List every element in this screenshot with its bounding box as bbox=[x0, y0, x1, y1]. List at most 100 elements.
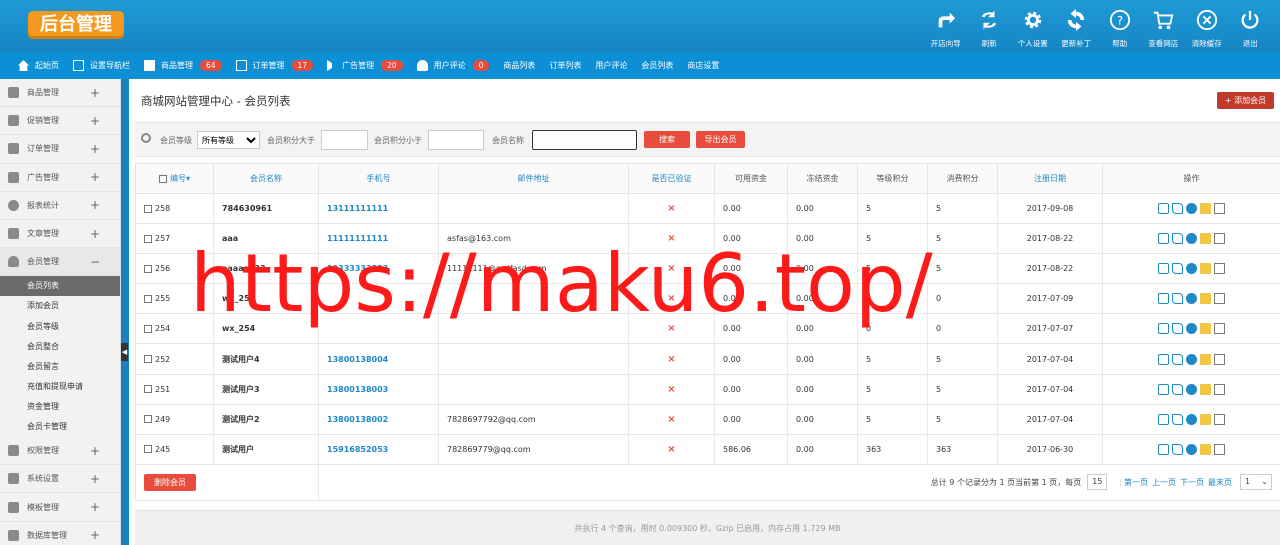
sidebar-item-add-member[interactable]: 添加会员 bbox=[0, 296, 120, 316]
sidebar-item-member-card[interactable]: 会员卡管理 bbox=[0, 417, 120, 437]
not-verified-icon[interactable]: × bbox=[667, 203, 675, 214]
edit-icon[interactable] bbox=[1158, 413, 1169, 425]
row-checkbox[interactable] bbox=[144, 234, 152, 243]
sidebar-group-promotion[interactable]: 促销管理 + bbox=[0, 107, 120, 136]
account-log-icon[interactable] bbox=[1214, 413, 1225, 425]
browser-icon[interactable] bbox=[1186, 293, 1197, 305]
not-verified-icon[interactable]: × bbox=[667, 233, 675, 244]
not-verified-icon[interactable]: × bbox=[667, 263, 675, 274]
row-checkbox[interactable] bbox=[144, 385, 152, 394]
sidebar-item-recharge-withdraw[interactable]: 充值和提现申请 bbox=[0, 377, 120, 397]
folder-icon[interactable] bbox=[1200, 323, 1211, 335]
not-verified-icon[interactable]: × bbox=[667, 293, 675, 304]
nav-item-comments[interactable]: 用户评论 0 bbox=[416, 60, 490, 71]
sidebar-item-member-rank[interactable]: 会员等级 bbox=[0, 317, 120, 337]
browser-icon[interactable] bbox=[1186, 323, 1197, 335]
col-name-header[interactable]: 会员名称 bbox=[213, 163, 319, 194]
nav-item-member-list[interactable]: 会员列表 bbox=[641, 60, 673, 71]
col-reg-date-header[interactable]: 注册日期 bbox=[997, 163, 1103, 194]
nav-item-home[interactable]: 起始页 bbox=[18, 60, 59, 71]
col-email-header[interactable]: 邮件地址 bbox=[438, 163, 629, 194]
edit-icon[interactable] bbox=[1158, 323, 1169, 335]
edit-icon[interactable] bbox=[1158, 383, 1169, 395]
col-phone-header[interactable]: 手机号 bbox=[318, 163, 439, 194]
nav-item-nav-settings[interactable]: 设置导航栏 bbox=[73, 60, 130, 71]
browser-icon[interactable] bbox=[1186, 413, 1197, 425]
folder-icon[interactable] bbox=[1200, 413, 1211, 425]
sidebar-group-system[interactable]: 系统设置 + bbox=[0, 465, 120, 494]
sidebar-group-goods[interactable]: 商品管理 + bbox=[0, 79, 120, 108]
folder-icon[interactable] bbox=[1200, 353, 1211, 365]
address-book-icon[interactable] bbox=[1172, 233, 1183, 245]
last-page-link[interactable]: 最末页 bbox=[1208, 477, 1232, 488]
clear-cache-button[interactable]: 清除缓存 bbox=[1185, 6, 1229, 49]
not-verified-icon[interactable]: × bbox=[667, 354, 675, 365]
sidebar-item-member-list[interactable]: 会员列表 bbox=[0, 276, 120, 297]
sidebar-group-ads[interactable]: 广告管理 + bbox=[0, 164, 120, 192]
address-book-icon[interactable] bbox=[1172, 383, 1183, 395]
logout-button[interactable]: 退出 bbox=[1229, 6, 1273, 49]
sidebar-group-templates[interactable]: 模板管理 + bbox=[0, 493, 120, 522]
account-log-icon[interactable] bbox=[1214, 323, 1225, 335]
account-log-icon[interactable] bbox=[1214, 383, 1225, 395]
folder-icon[interactable] bbox=[1200, 233, 1211, 245]
edit-icon[interactable] bbox=[1158, 353, 1169, 365]
account-log-icon[interactable] bbox=[1214, 293, 1225, 305]
address-book-icon[interactable] bbox=[1172, 443, 1183, 455]
browser-icon[interactable] bbox=[1186, 263, 1197, 275]
export-members-button[interactable]: 导出会员 bbox=[696, 131, 745, 148]
folder-icon[interactable] bbox=[1200, 383, 1211, 395]
row-checkbox[interactable] bbox=[144, 204, 152, 213]
sidebar-item-member-integrate[interactable]: 会员整合 bbox=[0, 337, 120, 357]
collapse-sidebar-handle[interactable]: ◀ bbox=[121, 343, 128, 361]
not-verified-icon[interactable]: × bbox=[667, 323, 675, 334]
address-book-icon[interactable] bbox=[1172, 263, 1183, 275]
per-page-input[interactable]: 15 bbox=[1087, 474, 1108, 491]
page-select[interactable]: 1 ⌄ bbox=[1240, 474, 1272, 491]
folder-icon[interactable] bbox=[1200, 293, 1211, 305]
account-log-icon[interactable] bbox=[1214, 233, 1225, 245]
row-checkbox[interactable] bbox=[144, 324, 152, 333]
row-checkbox[interactable] bbox=[144, 415, 152, 424]
nav-item-shop-settings[interactable]: 商店设置 bbox=[687, 60, 719, 71]
browser-icon[interactable] bbox=[1186, 353, 1197, 365]
not-verified-icon[interactable]: × bbox=[667, 384, 675, 395]
view-shop-button[interactable]: 查看网店 bbox=[1142, 6, 1186, 49]
edit-icon[interactable] bbox=[1158, 233, 1169, 245]
search-button[interactable]: 搜索 bbox=[644, 131, 690, 148]
sidebar-group-articles[interactable]: 文章管理 + bbox=[0, 220, 120, 249]
account-log-icon[interactable] bbox=[1214, 353, 1225, 365]
setup-wizard-button[interactable]: 开店向导 bbox=[924, 6, 968, 49]
select-all-checkbox[interactable] bbox=[158, 174, 167, 183]
refresh-button[interactable]: 刷新 bbox=[968, 6, 1012, 49]
nav-item-user-comments[interactable]: 用户评论 bbox=[595, 60, 627, 71]
browser-icon[interactable] bbox=[1186, 203, 1197, 215]
browser-icon[interactable] bbox=[1186, 383, 1197, 395]
nav-item-order-list[interactable]: 订单列表 bbox=[549, 60, 581, 71]
nav-item-orders[interactable]: 订单管理 17 bbox=[235, 60, 314, 71]
folder-icon[interactable] bbox=[1200, 263, 1211, 275]
browser-icon[interactable] bbox=[1186, 443, 1197, 455]
member-name-input[interactable] bbox=[532, 130, 637, 150]
address-book-icon[interactable] bbox=[1172, 323, 1183, 335]
row-checkbox[interactable] bbox=[144, 355, 152, 364]
row-checkbox[interactable] bbox=[144, 294, 152, 303]
folder-icon[interactable] bbox=[1200, 203, 1211, 215]
address-book-icon[interactable] bbox=[1172, 413, 1183, 425]
not-verified-icon[interactable]: × bbox=[667, 444, 675, 455]
nav-item-ads[interactable]: 广告管理 20 bbox=[327, 60, 403, 71]
next-page-link[interactable]: 下一页 bbox=[1180, 477, 1204, 488]
prev-page-link[interactable]: 上一页 bbox=[1152, 477, 1176, 488]
sidebar-group-reports[interactable]: 报表统计 + bbox=[0, 192, 120, 220]
add-member-button[interactable]: + 添加会员 bbox=[1217, 92, 1274, 109]
row-checkbox[interactable] bbox=[144, 264, 152, 273]
account-log-icon[interactable] bbox=[1214, 203, 1225, 215]
col-id-header[interactable]: 编号▾ bbox=[135, 163, 214, 194]
col-verified-header[interactable]: 是否已验证 bbox=[628, 163, 715, 194]
sidebar-scrollbar[interactable] bbox=[121, 79, 129, 545]
account-log-icon[interactable] bbox=[1214, 443, 1225, 455]
personal-settings-button[interactable]: 个人设置 bbox=[1011, 6, 1055, 49]
sidebar-group-orders[interactable]: 订单管理 + bbox=[0, 135, 120, 164]
account-log-icon[interactable] bbox=[1214, 263, 1225, 275]
row-checkbox[interactable] bbox=[144, 445, 152, 454]
